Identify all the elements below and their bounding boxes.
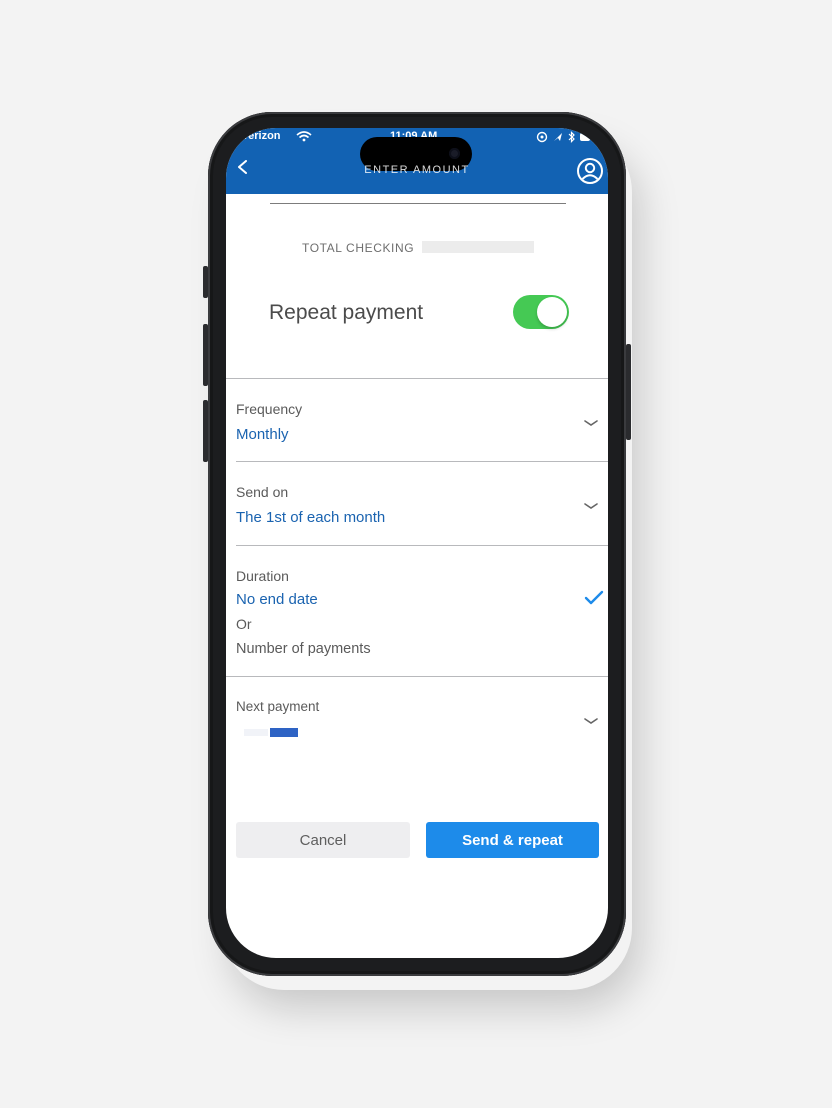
send-on-value: The 1st of each month [236,509,386,526]
field-divider [236,461,608,462]
field-divider [236,545,608,546]
repeat-payment-toggle[interactable] [513,295,569,329]
profile-icon[interactable] [576,157,604,185]
send-and-repeat-button[interactable]: Send & repeat [426,822,599,858]
page-title: ENTER AMOUNT [364,164,470,176]
toggle-knob [537,297,567,327]
duration-label: Duration [236,568,289,584]
account-name: TOTAL CHECKING [302,241,415,255]
chevron-down-icon [584,718,598,724]
next-payment-label: Next payment [236,699,320,714]
section-divider [226,378,608,379]
duration-or-label: Or [236,616,252,632]
phone-volume-down-button [203,400,208,462]
next-payment-date-redacted [244,729,268,736]
app-bar: verizon 11:09 AM ENTER AMOUNT [226,128,608,194]
front-camera [449,148,460,159]
cancel-button[interactable]: Cancel [236,822,410,858]
chevron-down-icon [584,503,598,509]
repeat-payment-label: Repeat payment [269,301,424,324]
chevron-down-icon [584,420,598,426]
status-icons [536,131,590,143]
carrier-label: verizon [242,130,281,142]
phone-volume-up-button [203,324,208,386]
account-number-redacted [422,241,534,253]
checkmark-icon [584,590,604,605]
field-divider [226,676,608,677]
header-divider [270,203,566,204]
wifi-icon [296,131,312,142]
duration-option-number-of-payments[interactable]: Number of payments [236,641,371,657]
frequency-label: Frequency [236,401,303,417]
duration-option-no-end-date[interactable]: No end date [236,591,318,608]
phone-screen: verizon 11:09 AM ENTER AMOUNT TOTAL CHEC… [226,128,608,958]
phone-action-button [203,266,208,298]
send-on-label: Send on [236,484,289,500]
frequency-value: Monthly [236,426,289,443]
next-payment-date-redacted [270,728,298,737]
phone-power-button [626,344,631,440]
